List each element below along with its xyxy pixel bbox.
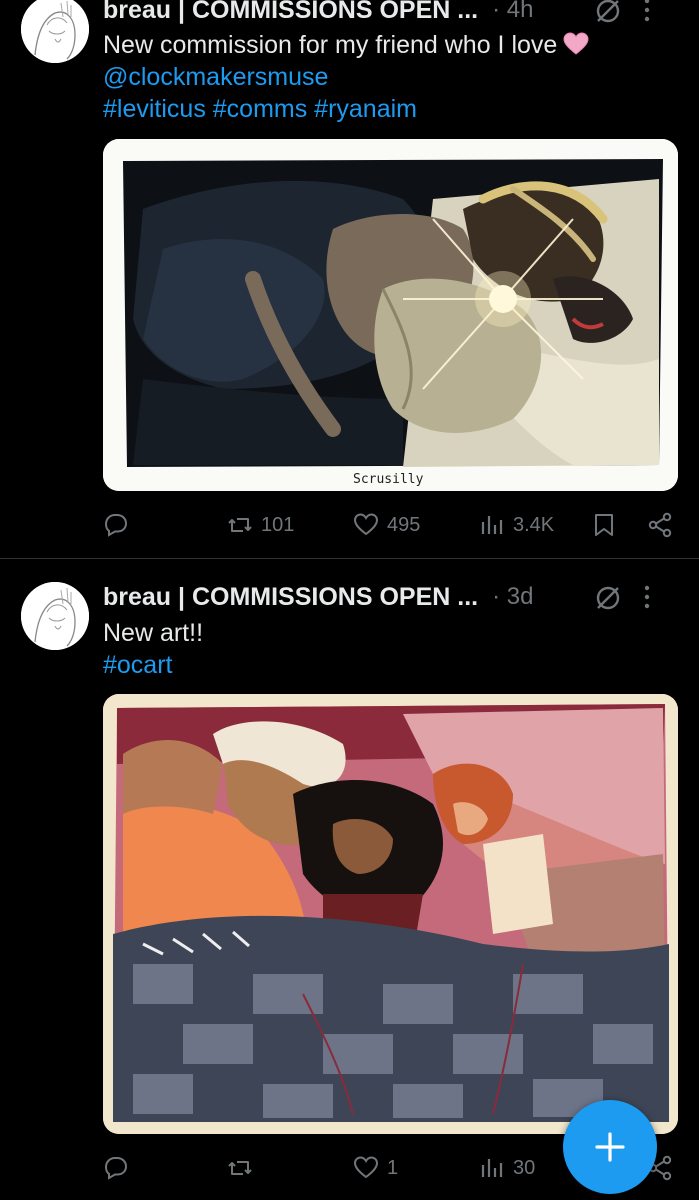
bookmark-icon	[595, 514, 613, 536]
artwork-painting	[103, 139, 678, 491]
compose-button[interactable]	[563, 1100, 657, 1194]
views-button[interactable]: 30	[479, 1151, 535, 1185]
share-icon	[648, 512, 672, 538]
timestamp[interactable]: · 4h	[492, 0, 533, 24]
like-count: 1	[387, 1156, 399, 1179]
artwork-painting	[103, 694, 678, 1134]
hashtag-links[interactable]: #ocart	[103, 649, 679, 681]
mention-link[interactable]: @clockmakersmuse	[103, 61, 679, 93]
bookmark-button[interactable]	[591, 508, 617, 542]
views-icon	[481, 516, 503, 534]
tweet-1[interactable]: breau | COMMISSIONS OPEN ... · 4h New co…	[0, 0, 699, 559]
repost-icon	[228, 1161, 252, 1175]
views-count: 3.4K	[513, 513, 555, 536]
more-icon[interactable]	[643, 583, 651, 611]
grok-icon[interactable]	[595, 0, 621, 24]
avatar-sketch	[21, 582, 89, 650]
tweet-image[interactable]: Scrusilly	[103, 139, 678, 491]
avatar[interactable]	[21, 0, 89, 63]
grok-icon[interactable]	[595, 585, 621, 611]
repost-button[interactable]: 101	[227, 508, 294, 542]
avatar-sketch	[21, 0, 89, 63]
views-icon	[481, 1159, 503, 1177]
views-button[interactable]: 3.4K	[479, 508, 554, 542]
more-icon[interactable]	[643, 0, 651, 24]
avatar[interactable]	[21, 582, 89, 650]
like-count: 495	[387, 513, 421, 536]
tweet-text: New commission for my friend who I love …	[103, 29, 679, 125]
tweet-body: New art!!	[103, 619, 204, 647]
hashtag-links[interactable]: #leviticus #comms #ryanaim	[103, 93, 679, 125]
reply-button[interactable]	[103, 1151, 137, 1185]
share-button[interactable]	[647, 508, 673, 542]
reply-icon	[104, 1157, 128, 1180]
repost-button[interactable]	[227, 1151, 261, 1185]
heart-icon	[353, 1156, 379, 1179]
tweet-divider	[0, 558, 699, 559]
timestamp[interactable]: · 3d	[492, 583, 533, 611]
like-button[interactable]: 1	[353, 1151, 398, 1185]
author-name[interactable]: breau | COMMISSIONS OPEN ...	[103, 0, 478, 25]
tweet-header: breau | COMMISSIONS OPEN ... · 3d	[103, 581, 679, 613]
tweet-text: New art!! #ocart	[103, 617, 679, 681]
views-count: 30	[513, 1156, 536, 1179]
tweet-header: breau | COMMISSIONS OPEN ... · 4h	[103, 0, 679, 26]
author-name[interactable]: breau | COMMISSIONS OPEN ...	[103, 583, 478, 612]
heart-icon	[353, 513, 379, 536]
reply-button[interactable]	[103, 508, 137, 542]
tweet-image[interactable]	[103, 694, 678, 1134]
action-bar: 101 495 3.4K	[103, 508, 678, 542]
repost-count: 101	[261, 513, 295, 536]
like-button[interactable]: 495	[353, 508, 420, 542]
compose-plus-icon	[595, 1132, 625, 1162]
reply-icon	[104, 514, 128, 537]
tweet-body: New commission for my friend who I love	[103, 31, 558, 59]
repost-icon	[228, 518, 252, 532]
pink-heart-emoji-icon	[563, 32, 589, 55]
artist-signature: Scrusilly	[353, 472, 424, 487]
